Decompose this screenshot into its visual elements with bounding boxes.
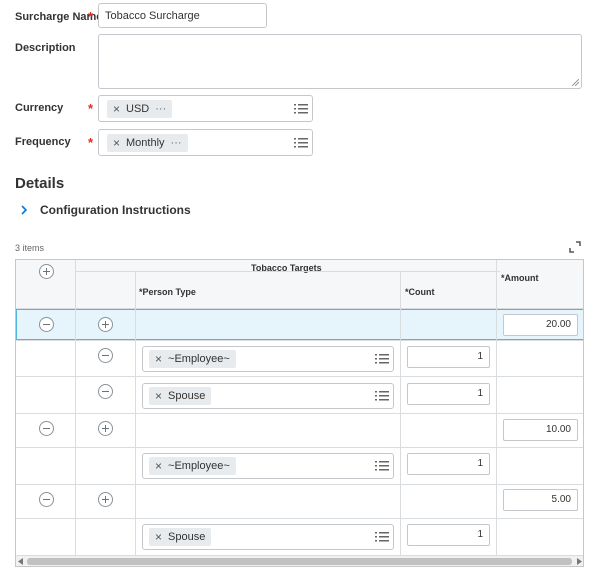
- more-icon[interactable]: ···: [171, 137, 182, 149]
- list-icon[interactable]: [375, 460, 389, 472]
- list-icon[interactable]: [294, 137, 308, 149]
- details-heading: Details: [15, 175, 65, 192]
- scroll-left-icon[interactable]: [18, 558, 24, 565]
- description-textarea[interactable]: [98, 34, 582, 89]
- person-type-pill[interactable]: × ~Employee~: [149, 350, 236, 368]
- add-target-icon[interactable]: [98, 421, 113, 436]
- remove-icon[interactable]: ×: [155, 352, 162, 366]
- person-type-prompt[interactable]: × ~Employee~: [142, 453, 394, 479]
- frequency-pill[interactable]: × Monthly ···: [107, 134, 188, 152]
- add-target-icon[interactable]: [98, 492, 113, 507]
- remove-icon[interactable]: ×: [155, 530, 162, 544]
- currency-pill-label: USD: [126, 103, 150, 115]
- list-icon[interactable]: [375, 353, 389, 365]
- remove-icon[interactable]: ×: [113, 136, 120, 150]
- required-indicator: *: [88, 101, 94, 116]
- frequency-label: Frequency: [15, 136, 71, 148]
- count-input[interactable]: 1: [407, 383, 490, 405]
- amount-input[interactable]: 5.00: [503, 489, 578, 511]
- chevron-right-icon: [21, 205, 28, 215]
- configuration-instructions-toggle[interactable]: Configuration Instructions: [20, 203, 191, 217]
- currency-label: Currency: [15, 102, 64, 114]
- count-input[interactable]: 1: [407, 453, 490, 475]
- add-row-icon[interactable]: [39, 264, 54, 279]
- surcharge-name-input[interactable]: Tobacco Surcharge: [98, 3, 267, 28]
- person-type-pill[interactable]: × Spouse: [149, 387, 212, 405]
- frequency-pill-label: Monthly: [126, 137, 165, 149]
- frequency-prompt[interactable]: × Monthly ···: [98, 129, 313, 156]
- remove-icon[interactable]: ×: [155, 389, 162, 403]
- horizontal-scrollbar[interactable]: [16, 556, 583, 566]
- more-icon[interactable]: ···: [155, 103, 166, 115]
- person-type-label: Spouse: [168, 531, 206, 543]
- person-type-prompt[interactable]: × Spouse: [142, 524, 394, 550]
- person-type-prompt[interactable]: × ~Employee~: [142, 346, 394, 372]
- scroll-right-icon[interactable]: [577, 558, 583, 565]
- person-type-prompt[interactable]: × Spouse: [142, 383, 394, 409]
- remove-icon[interactable]: ×: [113, 102, 120, 116]
- configuration-instructions-label: Configuration Instructions: [40, 203, 191, 217]
- amount-input[interactable]: 20.00: [503, 314, 578, 336]
- remove-row-icon[interactable]: [39, 421, 54, 436]
- person-type-label: ~Employee~: [168, 353, 230, 365]
- required-indicator: *: [88, 135, 94, 150]
- item-count: 3 items: [15, 243, 45, 253]
- add-target-icon[interactable]: [98, 317, 113, 332]
- expand-icon[interactable]: [569, 241, 581, 253]
- scrollbar-thumb[interactable]: [27, 558, 572, 565]
- currency-pill[interactable]: × USD ···: [107, 100, 173, 118]
- remove-target-icon[interactable]: [98, 384, 113, 399]
- list-icon[interactable]: [294, 103, 308, 115]
- person-type-label: ~Employee~: [168, 460, 230, 472]
- column-header-amount: *Amount: [501, 273, 539, 283]
- person-type-pill[interactable]: × Spouse: [149, 528, 212, 546]
- resize-handle-icon[interactable]: [572, 79, 579, 86]
- remove-row-icon[interactable]: [39, 317, 54, 332]
- count-input[interactable]: 1: [407, 524, 490, 546]
- currency-prompt[interactable]: × USD ···: [98, 95, 313, 122]
- remove-target-icon[interactable]: [98, 348, 113, 363]
- column-header-person-type: *Person Type: [139, 287, 196, 297]
- count-input[interactable]: 1: [407, 346, 490, 368]
- description-label: Description: [15, 42, 76, 54]
- required-indicator: *: [88, 9, 94, 24]
- list-icon[interactable]: [375, 531, 389, 543]
- list-icon[interactable]: [375, 390, 389, 402]
- tobacco-targets-grid: Tobacco Targets *Person Type *Count *Amo…: [15, 259, 584, 567]
- person-type-pill[interactable]: × ~Employee~: [149, 457, 236, 475]
- remove-row-icon[interactable]: [39, 492, 54, 507]
- remove-icon[interactable]: ×: [155, 459, 162, 473]
- person-type-label: Spouse: [168, 390, 206, 402]
- amount-input[interactable]: 10.00: [503, 419, 578, 441]
- surcharge-name-value: Tobacco Surcharge: [105, 9, 200, 22]
- column-header-count: *Count: [405, 287, 435, 297]
